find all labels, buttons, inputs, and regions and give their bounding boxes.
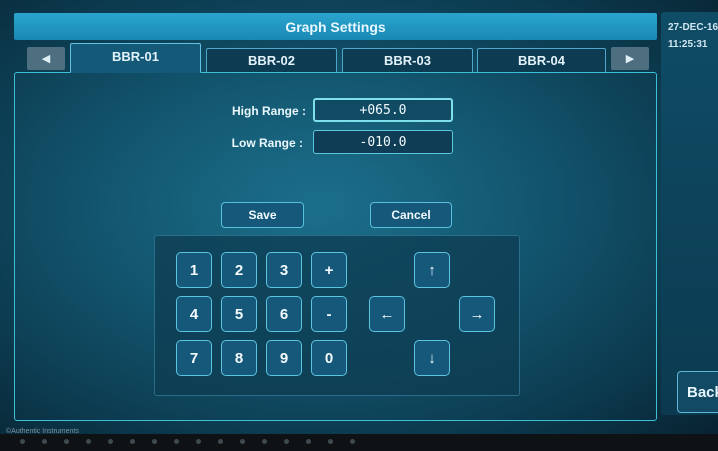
low-range-field[interactable]: -010.0 [313,130,453,154]
save-button[interactable]: Save [221,202,304,228]
bezel-screw [328,439,333,444]
low-range-label: Low Range : [231,136,303,150]
right-triangle-icon: ▶ [625,53,635,65]
key-2[interactable]: 2 [221,252,257,288]
arrow-left-button[interactable]: ← [369,296,405,332]
key-9[interactable]: 9 [266,340,302,376]
bezel-screw [196,439,201,444]
tab-bbr-03[interactable]: BBR-03 [342,48,473,72]
bezel-screw [174,439,179,444]
status-panel: 27-DEC-16 11:25:31 [661,12,718,415]
key-3[interactable]: 3 [266,252,302,288]
key-6[interactable]: 6 [266,296,302,332]
key-5[interactable]: 5 [221,296,257,332]
bezel-screw [152,439,157,444]
device-screen: Graph Settings 27-DEC-16 11:25:31 Back ◀… [0,0,718,451]
cancel-button[interactable]: Cancel [370,202,452,228]
bezel-screw [64,439,69,444]
key-4[interactable]: 4 [176,296,212,332]
bezel-screw [306,439,311,444]
key-7[interactable]: 7 [176,340,212,376]
key-minus[interactable]: - [311,296,347,332]
arrow-up-icon: ↑ [428,261,436,279]
bezel-screw [108,439,113,444]
key-8[interactable]: 8 [221,340,257,376]
status-date: 27-DEC-16 [668,22,718,33]
bezel-screw [86,439,91,444]
tab-bbr-01[interactable]: BBR-01 [70,43,201,73]
bezel-screw [130,439,135,444]
tab-bbr-04[interactable]: BBR-04 [477,48,606,72]
bezel-screw [218,439,223,444]
status-time: 11:25:31 [668,39,708,50]
arrow-down-button[interactable]: ↓ [414,340,450,376]
bezel-screw [20,439,25,444]
high-range-label: High Range : [232,104,306,118]
back-button[interactable]: Back [677,371,718,413]
window-title: Graph Settings [14,13,657,40]
bezel-screw [240,439,245,444]
tab-bbr-02[interactable]: BBR-02 [206,48,337,72]
bezel-screw [284,439,289,444]
tab-next-button[interactable]: ▶ [611,47,649,70]
key-1[interactable]: 1 [176,252,212,288]
bezel-screw [262,439,267,444]
bezel-screw [350,439,355,444]
tab-prev-button[interactable]: ◀ [27,47,65,70]
arrow-left-icon: ← [379,305,395,323]
key-plus[interactable]: + [311,252,347,288]
key-0[interactable]: 0 [311,340,347,376]
high-range-field[interactable]: +065.0 [313,98,453,122]
arrow-up-button[interactable]: ↑ [414,252,450,288]
arrow-down-icon: ↓ [428,349,436,367]
arrow-right-icon: → [469,305,485,323]
left-triangle-icon: ◀ [41,53,51,65]
arrow-right-button[interactable]: → [459,296,495,332]
bezel-screw [42,439,47,444]
